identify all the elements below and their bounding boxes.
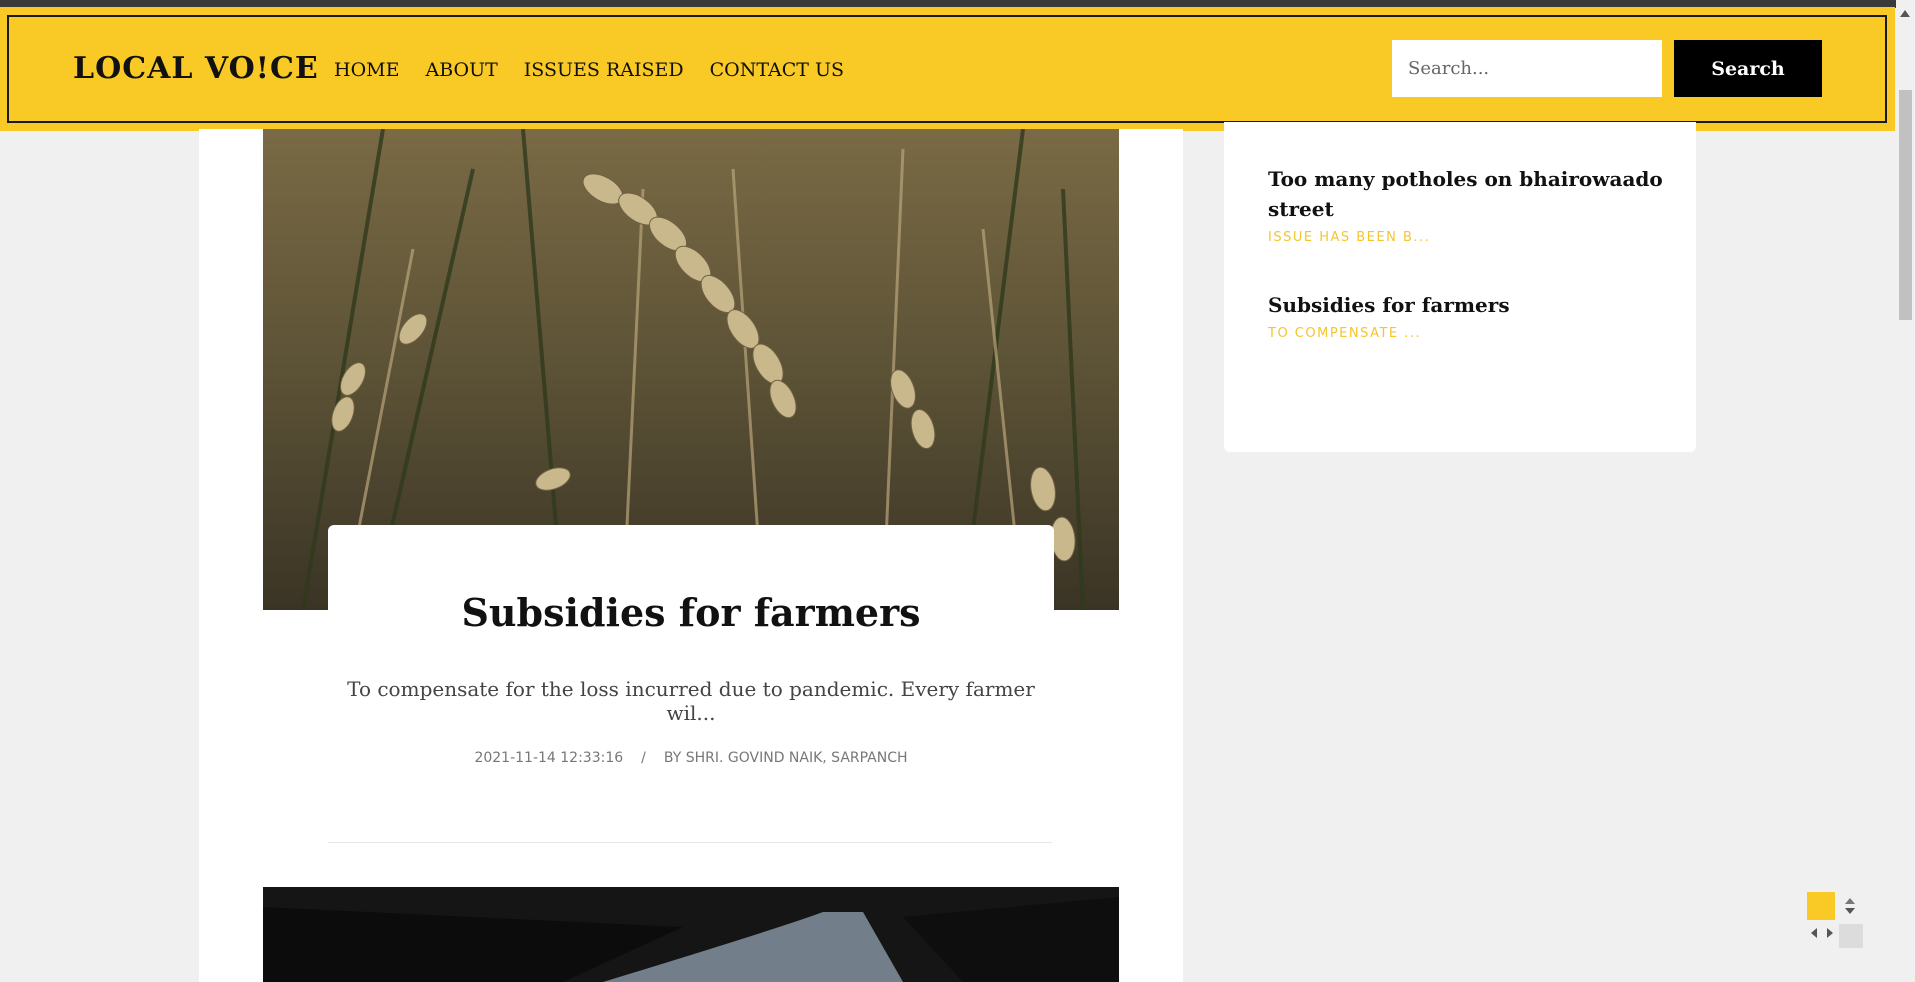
sidebar-item[interactable]: Too many potholes on bhairowaado street …: [1268, 164, 1668, 245]
sidebar-item-subtitle: TO COMPENSATE ...: [1268, 326, 1422, 341]
post-card: Subsidies for farmers To compensate for …: [328, 525, 1054, 845]
site-header: LOCAL VO!CE HOME ABOUT ISSUES RAISED CON…: [0, 7, 1895, 131]
scroll-thumb[interactable]: [1899, 90, 1912, 320]
nav-link-home[interactable]: HOME: [334, 59, 399, 81]
nav-link-about[interactable]: ABOUT: [425, 59, 497, 81]
nav-link-issues-raised[interactable]: ISSUES RAISED: [524, 59, 684, 81]
caret-up-icon[interactable]: [1845, 898, 1855, 904]
search-button[interactable]: Search: [1674, 40, 1822, 97]
caret-left-icon[interactable]: [1811, 928, 1817, 938]
site-logo[interactable]: LOCAL VO!CE: [73, 51, 319, 86]
caret-right-icon[interactable]: [1827, 928, 1833, 938]
scroll-up-arrow-icon[interactable]: [1900, 10, 1910, 17]
post-date: 2021-11-14 12:33:16: [474, 750, 624, 766]
post-author: BY SHRI. GOVIND NAIK, SARPANCH: [663, 750, 908, 766]
post-image-road[interactable]: [263, 887, 1119, 982]
search-input[interactable]: [1392, 40, 1662, 97]
caret-down-icon[interactable]: [1845, 908, 1855, 914]
post-excerpt: To compensate for the loss incurred due …: [347, 677, 1035, 725]
widget-color-square: [1807, 892, 1835, 920]
widget-gray-square: [1839, 924, 1863, 948]
nav-link-contact-us[interactable]: CONTACT US: [710, 59, 844, 81]
sidebar-item-title[interactable]: Too many potholes on bhairowaado street: [1268, 164, 1668, 224]
main-nav: HOME ABOUT ISSUES RAISED CONTACT US: [334, 59, 844, 81]
sidebar-item-title[interactable]: Subsidies for farmers: [1268, 290, 1668, 320]
page-scrollbar[interactable]: [1896, 0, 1915, 982]
window-top-strip: [0, 0, 1915, 8]
sidebar-item[interactable]: Subsidies for farmers TO COMPENSATE ...: [1268, 290, 1668, 341]
meta-separator: /: [641, 750, 646, 766]
post-title[interactable]: Subsidies for farmers: [328, 590, 1054, 635]
sidebar-item-subtitle: ISSUE HAS BEEN B...: [1268, 230, 1431, 245]
post-divider: [328, 842, 1052, 843]
scroll-widget[interactable]: [1805, 890, 1865, 950]
sidebar-recent-issues: Too many potholes on bhairowaado street …: [1224, 122, 1696, 452]
post-meta: 2021-11-14 12:33:16 / BY SHRI. GOVIND NAIK…: [328, 750, 1054, 766]
